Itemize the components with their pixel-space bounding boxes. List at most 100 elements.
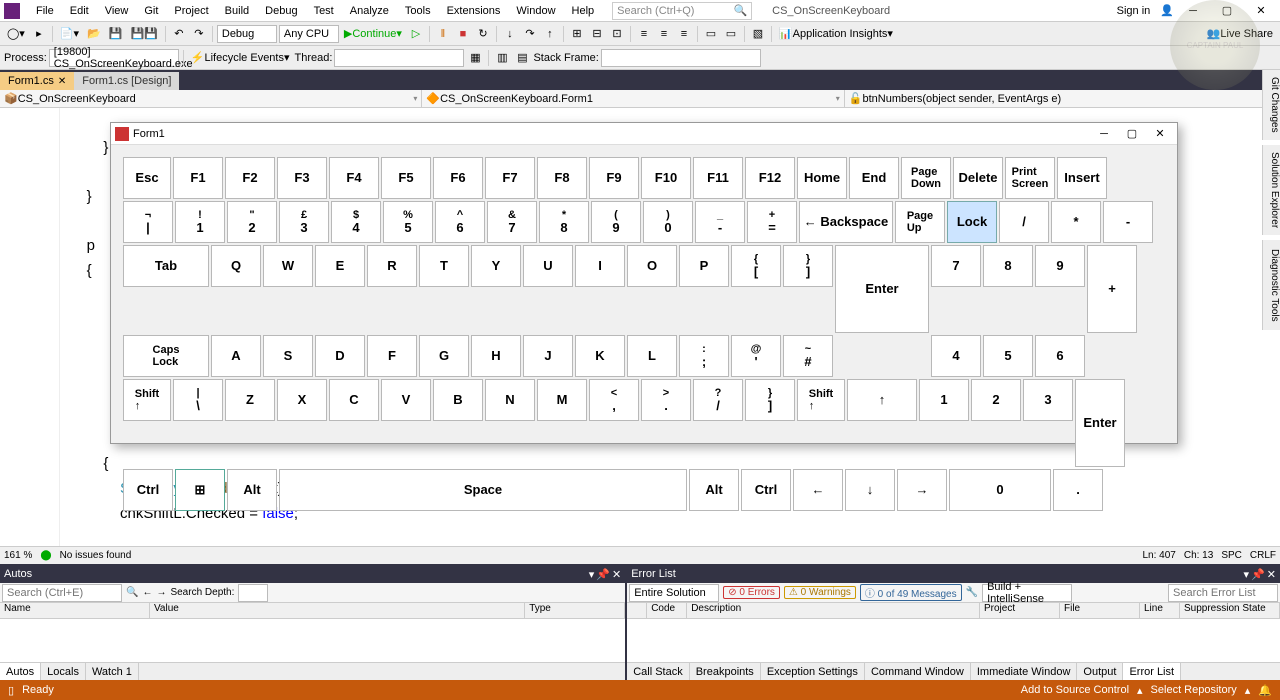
- bell-icon[interactable]: 🔔: [1258, 684, 1272, 697]
- quick-search-input[interactable]: Search (Ctrl+Q) 🔍: [612, 2, 752, 20]
- key-delete[interactable]: Delete: [953, 157, 1003, 199]
- col-type[interactable]: Type: [525, 603, 625, 618]
- new-button[interactable]: 📄▾: [57, 25, 82, 43]
- key-ctrl[interactable]: Ctrl: [123, 469, 173, 511]
- errors-badge[interactable]: ⊘ 0 Errors: [723, 586, 780, 599]
- key-z[interactable]: Z: [225, 379, 275, 421]
- key-0[interactable]: 0: [949, 469, 1051, 511]
- key--0[interactable]: )0: [643, 201, 693, 243]
- menu-git[interactable]: Git: [136, 0, 166, 22]
- key-k[interactable]: K: [575, 335, 625, 377]
- key--[interactable]: -: [1103, 201, 1153, 243]
- key-h[interactable]: H: [471, 335, 521, 377]
- tab-form1-cs[interactable]: Form1.cs ✕: [0, 72, 74, 90]
- liveshare-button[interactable]: 👥 Live Share: [1204, 25, 1276, 43]
- process-dropdown[interactable]: [19800] CS_OnScreenKeyboard.exe: [49, 49, 179, 67]
- platform-dropdown[interactable]: Any CPU: [279, 25, 339, 43]
- key-alt[interactable]: Alt: [227, 469, 277, 511]
- key-q[interactable]: Q: [211, 245, 261, 287]
- stop-button[interactable]: ■: [454, 25, 472, 43]
- menu-window[interactable]: Window: [508, 0, 563, 22]
- tb-icon-5[interactable]: ≡: [655, 25, 673, 43]
- key--[interactable]: ¬|: [123, 201, 173, 243]
- key--[interactable]: >.: [641, 379, 691, 421]
- key-m[interactable]: M: [537, 379, 587, 421]
- menu-test[interactable]: Test: [306, 0, 342, 22]
- col-value[interactable]: Value: [150, 603, 525, 618]
- key-f4[interactable]: F4: [329, 157, 379, 199]
- key-space[interactable]: Space: [279, 469, 687, 511]
- tab-immediate[interactable]: Immediate Window: [971, 663, 1078, 680]
- key-e[interactable]: E: [315, 245, 365, 287]
- key--[interactable]: _-: [695, 201, 745, 243]
- lifecycle-button[interactable]: ⚡ Lifecycle Events ▾: [188, 49, 293, 67]
- key-f12[interactable]: F12: [745, 157, 795, 199]
- key-alt[interactable]: Alt: [689, 469, 739, 511]
- key-8[interactable]: 8: [983, 245, 1033, 287]
- col-code[interactable]: Code: [647, 603, 687, 618]
- pin-icon[interactable]: ▾: [589, 568, 595, 581]
- build-dropdown[interactable]: Build + IntelliSense: [982, 584, 1072, 602]
- tb2-icon-3[interactable]: ▤: [513, 49, 531, 67]
- menu-view[interactable]: View: [97, 0, 137, 22]
- key-w[interactable]: W: [263, 245, 313, 287]
- tab-locals[interactable]: Locals: [41, 663, 86, 680]
- close-button[interactable]: ✕: [1246, 1, 1276, 21]
- key-f3[interactable]: F3: [277, 157, 327, 199]
- step-over-button[interactable]: ↷: [521, 25, 539, 43]
- key-esc[interactable]: Esc: [123, 157, 171, 199]
- key-x[interactable]: X: [277, 379, 327, 421]
- key-f2[interactable]: F2: [225, 157, 275, 199]
- tab-command[interactable]: Command Window: [865, 663, 971, 680]
- key--[interactable]: @': [731, 335, 781, 377]
- step-into-button[interactable]: ↓: [501, 25, 519, 43]
- tb-icon-7[interactable]: ▭: [702, 25, 720, 43]
- nav-method-dropdown[interactable]: 🔓 btnNumbers(object sender, EventArgs e): [845, 90, 1280, 107]
- key--[interactable]: ~#: [783, 335, 833, 377]
- signin-link[interactable]: Sign in: [1117, 5, 1151, 17]
- side-git-changes[interactable]: Git Changes: [1262, 70, 1280, 140]
- key-p[interactable]: P: [679, 245, 729, 287]
- close-icon[interactable]: ✕: [58, 76, 66, 87]
- osk-maximize-button[interactable]: ▢: [1119, 125, 1145, 143]
- errorlist-search-input[interactable]: [1168, 584, 1278, 602]
- menu-build[interactable]: Build: [217, 0, 257, 22]
- key-5[interactable]: 5: [983, 335, 1033, 377]
- undo-button[interactable]: ↶: [170, 25, 188, 43]
- zoom-level[interactable]: 161 %: [4, 550, 32, 561]
- col-project[interactable]: Project: [980, 603, 1060, 618]
- autos-header[interactable]: Autos ▾📌✕: [0, 565, 625, 583]
- scope-dropdown[interactable]: Entire Solution: [629, 584, 719, 602]
- tab-watch1[interactable]: Watch 1: [86, 663, 139, 680]
- tb-icon-9[interactable]: ▧: [749, 25, 767, 43]
- key-6[interactable]: 6: [1035, 335, 1085, 377]
- open-button[interactable]: 📂: [84, 25, 104, 43]
- key-d[interactable]: D: [315, 335, 365, 377]
- thread-dropdown[interactable]: [334, 49, 464, 67]
- osk-close-button[interactable]: ✕: [1147, 125, 1173, 143]
- messages-badge[interactable]: ⓘ 0 of 49 Messages: [860, 584, 962, 601]
- autos-search-input[interactable]: [2, 584, 122, 602]
- key-home[interactable]: Home: [797, 157, 847, 199]
- key-insert[interactable]: Insert: [1057, 157, 1107, 199]
- pin-icon[interactable]: ▾: [1244, 568, 1250, 581]
- key--[interactable]: /: [999, 201, 1049, 243]
- close-icon[interactable]: ✕: [1267, 568, 1276, 581]
- key--2[interactable]: "2: [227, 201, 277, 243]
- key--[interactable]: }]: [745, 379, 795, 421]
- add-source-control[interactable]: Add to Source Control: [1021, 684, 1129, 696]
- col-description[interactable]: Description: [687, 603, 980, 618]
- select-repository[interactable]: Select Repository: [1151, 684, 1237, 696]
- tb2-icon-1[interactable]: ▦: [466, 49, 484, 67]
- warnings-badge[interactable]: ⚠ 0 Warnings: [784, 586, 856, 599]
- menu-edit[interactable]: Edit: [62, 0, 97, 22]
- no-debug-button[interactable]: ▷: [407, 25, 425, 43]
- key-b[interactable]: B: [433, 379, 483, 421]
- key-f7[interactable]: F7: [485, 157, 535, 199]
- tb-icon-4[interactable]: ≡: [635, 25, 653, 43]
- menu-debug[interactable]: Debug: [257, 0, 305, 22]
- key--5[interactable]: %5: [383, 201, 433, 243]
- key--[interactable]: ←: [793, 469, 843, 511]
- app-insights-button[interactable]: 📊 Application Insights ▾: [776, 25, 896, 43]
- maximize-button[interactable]: ▢: [1212, 1, 1242, 21]
